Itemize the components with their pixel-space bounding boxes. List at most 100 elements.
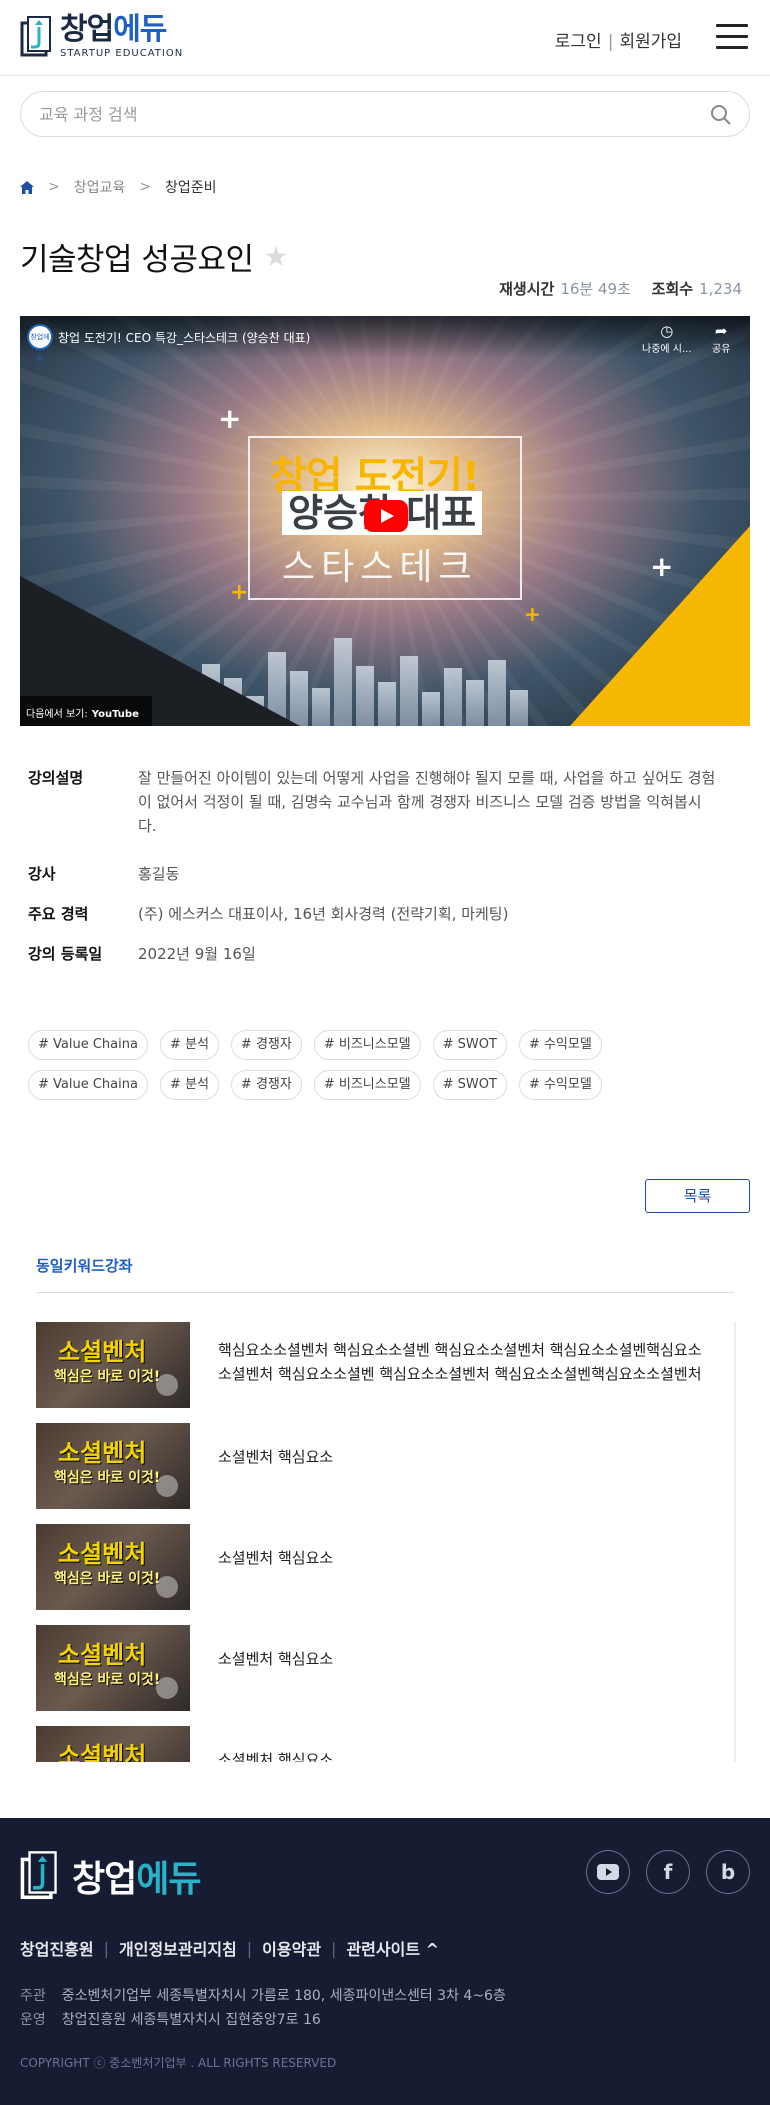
tag-chip[interactable]: # Value Chaina	[28, 1030, 148, 1060]
logo-wordmark: 창업에듀	[60, 12, 167, 47]
tag-chip[interactable]: # 분석	[159, 1030, 219, 1060]
course-thumbnail[interactable]: 소셜벤처핵심은 바로 이것!	[36, 1524, 190, 1610]
tag-chip[interactable]: # SWOT	[432, 1070, 507, 1100]
info-value: 잘 만들어진 아이템이 있는데 어떻게 사업을 진행해야 될지 모를 때, 사업…	[138, 769, 716, 835]
plus-decor-icon: +	[650, 550, 674, 583]
play-icon	[156, 1677, 178, 1699]
clock-icon: ◷	[660, 322, 674, 340]
site-footer: 창업에듀 f b 창업진흥원 | 개인정보관리지침 | 이용약관 | 관련사이트 ^ …	[0, 1818, 770, 2105]
breadcrumb-current: 창업준비	[165, 180, 217, 196]
tag-chip[interactable]: # 경쟁자	[230, 1070, 302, 1100]
tag-chip[interactable]: # 경쟁자	[230, 1030, 302, 1060]
watch-on-youtube-button[interactable]: 다음에서 보기: YouTube	[20, 696, 152, 726]
related-list: 소셜벤처 핵심은 바로 이것! 핵심요소소셜벤처 핵심요소소셜벤 핵심요소소셜벤처…	[36, 1322, 736, 1762]
divider	[36, 1292, 734, 1293]
play-icon	[156, 1576, 178, 1598]
info-row-career: 주요 경력 (주) 에스커스 대표이사, 16년 회사경력 (전략기획, 마케팅…	[28, 902, 728, 926]
footer-info: 주관 중소벤처기업부 세종특별자치시 가름로 180, 세종파이낸스센터 3차 4…	[20, 1984, 506, 2032]
footer-logo[interactable]: 창업에듀	[20, 1850, 202, 1902]
course-thumbnail[interactable]: 소셜벤처핵심은 바로 이것!	[36, 1423, 190, 1509]
logo-mark-icon	[20, 15, 52, 59]
youtube-icon[interactable]	[586, 1850, 630, 1894]
related-section-title: 동일키워드강좌	[36, 1257, 133, 1275]
signup-link[interactable]: 회원가입	[619, 32, 682, 52]
tag-list: # Value Chaina # 분석 # 경쟁자 # 비즈니스모델 # SWO…	[28, 1030, 728, 1100]
course-link[interactable]: 소셜벤처 핵심요소	[218, 1445, 706, 1469]
course-link[interactable]: 소셜벤처 핵심요소	[218, 1647, 706, 1671]
info-label: 강사	[28, 865, 56, 883]
logo-mark-icon	[20, 1850, 58, 1902]
list-item[interactable]: 소셜벤처핵심은 바로 이것! 소셜벤처 핵심요소	[36, 1726, 734, 1762]
course-thumbnail[interactable]: 소셜벤처핵심은 바로 이것!	[36, 1625, 190, 1711]
hamburger-menu-icon[interactable]	[716, 24, 748, 50]
tag-chip[interactable]: # 비즈니스모델	[313, 1030, 421, 1060]
views-label: 조회수	[651, 280, 694, 298]
tag-chip[interactable]: # 수익모델	[518, 1070, 602, 1100]
divider: |	[607, 32, 614, 52]
course-title: 기술창업 성공요인	[20, 242, 254, 278]
info-value: (주) 에스커스 대표이사, 16년 회사경력 (전략기획, 마케팅)	[138, 905, 509, 923]
chevron-right-icon: >	[48, 179, 60, 195]
login-link[interactable]: 로그인	[555, 32, 602, 52]
video-player[interactable]: + + + + 창업 도전기! 양승찬 대표 스타스테크 창업에듀 창업 도전기…	[20, 316, 750, 726]
site-header: 창업에듀 STARTUP EDUCATION 로그인 | 회원가입	[0, 0, 770, 76]
home-icon[interactable]	[20, 180, 34, 194]
blog-icon[interactable]: b	[706, 1850, 750, 1894]
tag-chip[interactable]: # SWOT	[432, 1030, 507, 1060]
plus-decor-icon: +	[230, 580, 249, 605]
breadcrumb-item[interactable]: 창업교육	[74, 177, 126, 197]
info-label: 강의설명	[28, 769, 84, 787]
course-link[interactable]: 소셜벤처 핵심요소	[218, 1546, 706, 1570]
play-icon	[156, 1374, 178, 1396]
site-logo[interactable]: 창업에듀 STARTUP EDUCATION	[20, 14, 183, 59]
auth-links: 로그인 | 회원가입	[555, 27, 682, 52]
search-input[interactable]	[39, 92, 679, 136]
play-time-label: 재생시간	[499, 280, 555, 298]
page-title: 기술창업 성공요인 ★	[20, 234, 289, 279]
related-sites-toggle[interactable]: 관련사이트 ^	[346, 1936, 439, 1960]
facebook-icon[interactable]: f	[646, 1850, 690, 1894]
course-link[interactable]: 핵심요소소셜벤처 핵심요소소셜벤 핵심요소소셜벤처 핵심요소소셜벤핵심요소소셜벤…	[218, 1338, 706, 1386]
list-button[interactable]: 목록	[645, 1179, 750, 1213]
search-bar	[20, 91, 750, 137]
tag-chip[interactable]: # 분석	[159, 1070, 219, 1100]
share-icon: ➦	[714, 322, 728, 340]
footer-host: 주관 중소벤처기업부 세종특별자치시 가름로 180, 세종파이낸스센터 3차 4…	[20, 1988, 506, 2004]
tag-chip[interactable]: # 수익모델	[518, 1030, 602, 1060]
info-label: 강의 등록일	[28, 945, 103, 963]
footer-link[interactable]: 창업진흥원	[20, 1936, 94, 1960]
footer-wordmark: 창업에듀	[72, 1859, 202, 1900]
footer-operator: 운영 창업진흥원 세종특별자치시 집현중앙7로 16	[20, 2012, 321, 2028]
share-button[interactable]: ➦ 공유	[712, 322, 730, 355]
youtube-logo: YouTube	[91, 709, 139, 720]
list-item[interactable]: 소셜벤처핵심은 바로 이것! 소셜벤처 핵심요소	[36, 1524, 734, 1625]
search-icon[interactable]	[709, 103, 733, 127]
tag-chip[interactable]: # Value Chaina	[28, 1070, 148, 1100]
footer-links: 창업진흥원 | 개인정보관리지침 | 이용약관 | 관련사이트 ^	[20, 1936, 439, 1960]
scrollbar[interactable]	[734, 1322, 736, 1717]
footer-link[interactable]: 이용약관	[262, 1936, 321, 1960]
channel-avatar[interactable]: 창업에듀	[27, 324, 53, 363]
course-thumbnail[interactable]: 소셜벤처핵심은 바로 이것!	[36, 1322, 190, 1408]
course-meta: 재생시간 16분 49초 조회수 1,234	[499, 278, 742, 299]
watch-later-button[interactable]: ◷ 나중에 시...	[642, 322, 692, 355]
list-item[interactable]: 소셜벤처핵심은 바로 이것! 소셜벤처 핵심요소	[36, 1625, 734, 1726]
video-company: 스타스테크	[282, 547, 478, 588]
plus-decor-icon: +	[524, 602, 541, 626]
breadcrumb: > 창업교육 > 창업준비	[20, 177, 217, 197]
favorite-star-icon[interactable]: ★	[264, 240, 289, 273]
play-button-icon[interactable]	[364, 500, 408, 532]
list-item[interactable]: 소셜벤처 핵심은 바로 이것! 핵심요소소셜벤처 핵심요소소셜벤 핵심요소소셜벤처…	[36, 1322, 734, 1423]
course-link[interactable]: 소셜벤처 핵심요소	[218, 1748, 706, 1762]
course-info: 강의설명 잘 만들어진 아이템이 있는데 어떻게 사업을 진행해야 될지 모를 …	[28, 766, 728, 966]
tag-chip[interactable]: # 비즈니스모델	[313, 1070, 421, 1100]
list-item[interactable]: 소셜벤처핵심은 바로 이것! 소셜벤처 핵심요소	[36, 1423, 734, 1524]
info-value: 2022년 9월 16일	[138, 945, 256, 963]
footer-link[interactable]: 개인정보관리지침	[119, 1936, 237, 1960]
info-row-description: 강의설명 잘 만들어진 아이템이 있는데 어떻게 사업을 진행해야 될지 모를 …	[28, 766, 728, 838]
views-value: 1,234	[699, 280, 742, 298]
video-title[interactable]: 창업 도전기! CEO 특강_스타스테크 (양승찬 대표)	[58, 329, 310, 346]
social-links: f b	[586, 1850, 750, 1894]
chevron-right-icon: >	[139, 179, 151, 195]
course-thumbnail[interactable]: 소셜벤처핵심은 바로 이것!	[36, 1726, 190, 1762]
